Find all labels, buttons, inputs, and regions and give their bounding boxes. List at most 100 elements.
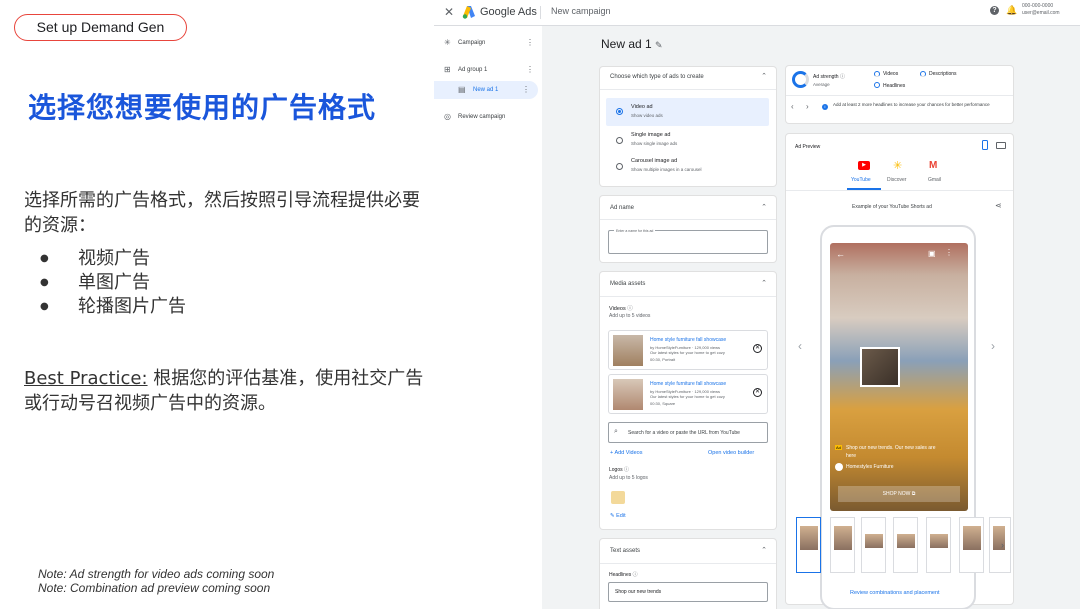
preview-thumbnail[interactable] <box>893 517 918 573</box>
slide-title: 选择您想要使用的广告格式 <box>28 91 377 124</box>
list-item: 轮播图片广告 <box>40 295 186 319</box>
google-ads-logo-icon <box>462 6 475 19</box>
nav-item-ad-group[interactable]: ⊞ Ad group 1 ⋮ <box>434 61 542 79</box>
option-sub: Show video ads <box>631 113 663 118</box>
media-assets-card: Media assets ⌃ Videos ⓘ Add up to 5 vide… <box>600 272 776 529</box>
cat-image <box>860 347 900 387</box>
circle-icon <box>874 82 880 88</box>
logo-thumbnail[interactable] <box>611 491 625 504</box>
chevron-left-icon[interactable]: ‹ <box>798 339 802 353</box>
ad-name-card: Ad name ⌃ Enter a name for this ad <box>600 196 776 262</box>
preview-thumbnail[interactable] <box>989 517 1011 573</box>
divider <box>600 89 776 90</box>
tab-label: Discover <box>887 177 907 183</box>
chevron-right-icon[interactable]: › <box>1001 540 1004 550</box>
preview-thumbnail[interactable] <box>796 517 821 573</box>
back-arrow-icon: ← <box>836 249 845 259</box>
ad-name-input[interactable]: Enter a name for this ad <box>608 229 768 254</box>
format-list: 视频广告 单图广告 轮播图片广告 <box>40 247 186 319</box>
account-id: 000-000-0000 <box>1022 3 1054 9</box>
headline-value: Shop our new trends <box>615 589 662 595</box>
add-videos-button[interactable]: + Add Videos <box>610 450 642 456</box>
note-combination: Note: Combination ad preview coming soon <box>38 581 271 595</box>
more-vert-icon[interactable]: ⋮ <box>526 61 534 79</box>
chevron-left-icon[interactable]: ‹ <box>791 102 794 111</box>
chevron-up-icon[interactable]: ⌃ <box>761 72 767 80</box>
close-icon[interactable]: ✕ <box>444 5 454 19</box>
open-video-builder-link[interactable]: Open video builder <box>708 450 754 456</box>
review-combinations-link[interactable]: Review combinations and placement <box>850 590 940 596</box>
preview-thumbnail[interactable] <box>926 517 951 573</box>
ad-type-option-image[interactable]: Single image ad Show single image ads <box>606 128 769 154</box>
camera-icon: ▣ <box>928 249 936 258</box>
radio-selected[interactable] <box>616 108 623 115</box>
mobile-icon[interactable] <box>982 140 988 150</box>
remove-icon[interactable]: ✕ <box>753 388 762 397</box>
more-vert-icon[interactable]: ⋮ <box>526 34 534 52</box>
tab-discover[interactable]: ✳ Discover <box>882 158 918 190</box>
help-icon[interactable]: ? <box>990 6 999 15</box>
brand-name: Homestyles Furniture <box>846 464 894 470</box>
account-info[interactable]: 000-000-0000 user@email.com <box>1022 3 1060 17</box>
ad-icon: ▤ <box>458 85 466 94</box>
list-item: 单图广告 <box>40 271 186 295</box>
descriptions-status: Descriptions <box>929 71 957 77</box>
share-icon[interactable]: ⋖ <box>995 201 1002 210</box>
card-header: Text assets <box>610 548 641 554</box>
desktop-icon[interactable] <box>996 142 1006 149</box>
note-ad-strength: Note: Ad strength for video ads coming s… <box>38 567 275 581</box>
ad-strength-label: Ad strength ⓘ <box>813 74 845 80</box>
breadcrumb[interactable]: New campaign <box>551 6 611 16</box>
bell-icon[interactable]: 🔔 <box>1006 5 1017 16</box>
strength-tip: Add at least 2 more headlines to increas… <box>833 102 990 107</box>
chevron-up-icon[interactable]: ⌃ <box>761 203 767 211</box>
logos-label: Logos ⓘ <box>609 467 630 473</box>
slide-description: 选择所需的广告格式，然后按照引导流程提供必要的资源： <box>24 190 420 236</box>
notes: Note: Ad strength for video ads coming s… <box>38 567 274 595</box>
edit-logos-button[interactable]: ✎ Edit <box>610 513 626 519</box>
nav-label: Campaign <box>458 40 486 46</box>
edit-pencil-icon[interactable]: ✎ <box>655 40 663 50</box>
chevron-right-icon[interactable]: › <box>991 339 995 353</box>
video-title[interactable]: Home style furniture fall showcase <box>650 337 726 343</box>
video-item[interactable]: Home style furniture fall showcase by Ho… <box>608 374 768 414</box>
card-header: Media assets <box>610 281 646 287</box>
card-header: Choose which type of ads to create <box>610 74 704 80</box>
radio[interactable] <box>616 163 623 170</box>
discover-icon: ✳ <box>893 160 903 172</box>
check-circle-icon <box>920 71 926 77</box>
ad-type-option-carousel[interactable]: Carousel image ad Show multiple images i… <box>606 154 769 180</box>
preview-thumbnail[interactable] <box>861 517 886 573</box>
more-vert-icon: ⋮ <box>945 248 953 257</box>
account-email: user@email.com <box>1022 10 1060 16</box>
remove-icon[interactable]: ✕ <box>753 344 762 353</box>
tab-youtube[interactable]: ▶ YouTube <box>847 158 881 190</box>
headline-input[interactable]: Shop our new trends <box>608 582 768 602</box>
nav-item-review[interactable]: ◎ Review campaign <box>434 108 542 126</box>
input-placeholder: Enter a name for this ad <box>614 229 656 233</box>
chevron-right-icon[interactable]: › <box>806 102 809 111</box>
video-item[interactable]: Home style furniture fall showcase by Ho… <box>608 330 768 370</box>
video-thumbnail <box>613 379 643 410</box>
nav-item-new-ad[interactable]: ▤ New ad 1 ⋮ <box>434 81 538 99</box>
grid-icon: ⊞ <box>444 65 451 74</box>
nav-item-campaign[interactable]: ✳ Campaign ⋮ <box>434 34 542 52</box>
video-title[interactable]: Home style furniture fall showcase <box>650 381 726 387</box>
chevron-up-icon[interactable]: ⌃ <box>761 546 767 554</box>
video-search-input[interactable]: ⌕ Search for a video or paste the URL fr… <box>608 422 768 443</box>
preview-thumbnail[interactable] <box>830 517 855 573</box>
ad-type-card: Choose which type of ads to create ⌃ Vid… <box>600 67 776 186</box>
tab-label: Gmail <box>928 177 942 183</box>
divider <box>600 219 776 220</box>
tab-gmail[interactable]: M Gmail <box>919 158 953 190</box>
ad-type-option-video[interactable]: Video ad Show video ads <box>606 98 769 126</box>
more-vert-icon[interactable]: ⋮ <box>522 81 530 99</box>
radio[interactable] <box>616 137 623 144</box>
preview-thumbnail[interactable] <box>959 517 984 573</box>
info-icon: ⓘ <box>632 572 638 578</box>
app-name: Google Ads <box>480 6 537 18</box>
preview-tabs: ▶ YouTube ✳ Discover M Gmail <box>847 158 987 190</box>
shop-now-button[interactable]: SHOP NOW ⧉ <box>838 486 960 502</box>
divider <box>600 563 776 564</box>
chevron-up-icon[interactable]: ⌃ <box>761 279 767 287</box>
